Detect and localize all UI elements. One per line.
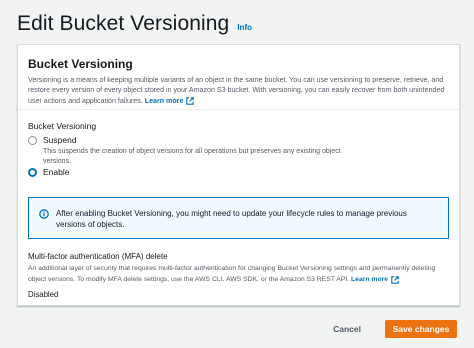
- page-title: Edit Bucket Versioning: [17, 12, 230, 35]
- suspend-label: Suspend: [43, 135, 77, 145]
- panel-header: Bucket Versioning Versioning is a means …: [18, 45, 459, 110]
- mfa-description: An additional layer of security that req…: [28, 264, 453, 285]
- learn-more-link[interactable]: Learn more: [145, 96, 195, 106]
- mfa-title: Multi-factor authentication (MFA) delete: [28, 252, 168, 261]
- enable-radio[interactable]: [28, 168, 37, 177]
- learn-more-label: Learn more: [144, 96, 184, 105]
- alert-text: After enabling Bucket Versioning, you mi…: [56, 209, 407, 229]
- bucket-versioning-panel: Bucket Versioning Versioning is a means …: [17, 44, 460, 306]
- versioning-field-label: Bucket Versioning: [28, 121, 97, 131]
- save-changes-button[interactable]: Save changes: [385, 320, 457, 338]
- enable-label: Enable: [43, 167, 70, 177]
- suspend-radio[interactable]: [28, 136, 37, 145]
- mfa-status-value: Disabled: [28, 290, 59, 299]
- panel-title: Bucket Versioning: [28, 57, 133, 71]
- cancel-button[interactable]: Cancel: [327, 320, 367, 338]
- external-link-icon: [391, 275, 399, 284]
- info-link[interactable]: Info: [237, 23, 252, 32]
- mfa-learn-more-label: Learn more: [351, 275, 389, 283]
- suspend-description: This suspends the creation of object ver…: [43, 148, 341, 165]
- info-icon: [39, 209, 49, 219]
- suspend-radio-option[interactable]: Suspend This suspends the creation of ob…: [28, 135, 353, 166]
- panel-description-text: Versioning is a means of keeping multipl…: [28, 76, 445, 105]
- form-actions: Cancel Save changes: [327, 320, 457, 338]
- enable-radio-option[interactable]: Enable: [28, 167, 69, 177]
- page-header: Edit Bucket Versioning Info: [17, 12, 252, 36]
- mfa-learn-more-link[interactable]: Learn more: [351, 275, 399, 286]
- panel-description: Versioning is a means of keeping multipl…: [28, 75, 449, 106]
- external-link-icon: [186, 97, 195, 105]
- info-alert: After enabling Bucket Versioning, you mi…: [28, 197, 449, 239]
